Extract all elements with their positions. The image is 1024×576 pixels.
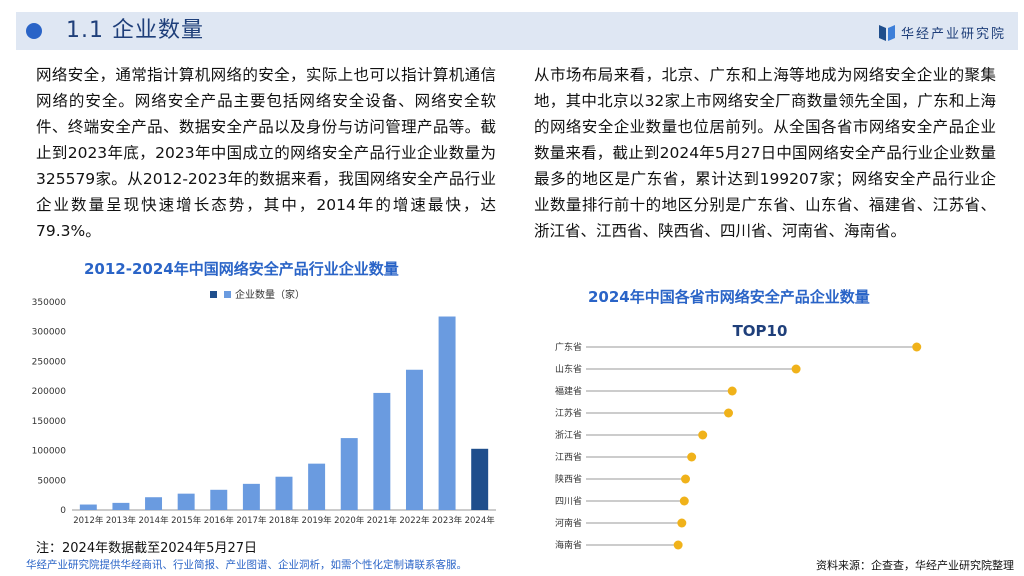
bar bbox=[242, 483, 260, 510]
province-label: 江苏省 bbox=[555, 407, 582, 419]
province-label: 广东省 bbox=[555, 341, 582, 353]
brand-logo-icon bbox=[878, 25, 895, 41]
legend-label: 企业数量（家） bbox=[235, 288, 305, 301]
province-label: 海南省 bbox=[555, 539, 582, 551]
x-tick-label: 2017年 bbox=[236, 515, 267, 526]
right-chart-title: 2024年中国各省市网络安全产品企业数量 bbox=[588, 288, 870, 306]
province-label: 四川省 bbox=[555, 495, 582, 507]
y-tick-label: 250000 bbox=[32, 357, 67, 367]
lollipop-point bbox=[912, 342, 922, 352]
x-tick-label: 2015年 bbox=[171, 515, 202, 526]
x-tick-label: 2012年 bbox=[73, 515, 104, 526]
lollipop-point bbox=[791, 364, 801, 374]
y-tick-label: 50000 bbox=[37, 476, 66, 486]
top10-subtitle: TOP10 bbox=[733, 322, 788, 340]
lollipop-point bbox=[677, 518, 687, 528]
bar bbox=[177, 493, 195, 510]
province-label: 浙江省 bbox=[555, 429, 582, 441]
left-chart-title: 2012-2024年中国网络安全产品行业企业数量 bbox=[84, 260, 399, 278]
bar bbox=[471, 448, 489, 510]
lollipop-point bbox=[698, 430, 708, 440]
bar bbox=[405, 369, 423, 510]
province-label: 福建省 bbox=[555, 385, 582, 397]
lollipop-point bbox=[724, 408, 734, 418]
province-label: 江西省 bbox=[555, 451, 582, 463]
y-tick-label: 300000 bbox=[32, 328, 67, 338]
bar bbox=[373, 392, 391, 510]
bar bbox=[275, 476, 293, 510]
y-tick-label: 100000 bbox=[32, 447, 67, 457]
bar bbox=[340, 438, 358, 510]
lollipop-point bbox=[687, 452, 697, 462]
province-label: 陕西省 bbox=[555, 473, 582, 485]
y-tick-label: 350000 bbox=[32, 298, 67, 308]
header-bar: 1.1 企业数量 华经产业研究院 bbox=[16, 12, 1018, 50]
province-label: 山东省 bbox=[555, 363, 582, 375]
legend-swatch-highlight bbox=[210, 291, 217, 298]
bar bbox=[210, 489, 228, 510]
footer-promo: 华经产业研究院提供华经商讯、行业简报、产业图谱、企业洞析，如需个性化定制请联系客… bbox=[26, 559, 467, 571]
y-tick-label: 200000 bbox=[32, 387, 67, 397]
legend-swatch bbox=[224, 291, 231, 298]
bar bbox=[438, 316, 456, 510]
x-tick-label: 2018年 bbox=[269, 515, 300, 526]
bar bbox=[145, 497, 163, 510]
brand-name: 华经产业研究院 bbox=[900, 26, 1006, 42]
bullet-dot-icon bbox=[26, 23, 42, 39]
bar bbox=[112, 502, 130, 510]
lollipop-point bbox=[679, 496, 689, 506]
intro-paragraph-right: 从市场布局来看，北京、广东和上海等地成为网络安全企业的聚集地，其中北京以32家上… bbox=[534, 66, 996, 240]
x-tick-label: 2013年 bbox=[106, 515, 137, 526]
lollipop-point bbox=[673, 540, 683, 550]
province-label: 河南省 bbox=[555, 517, 582, 529]
bar bbox=[79, 504, 97, 510]
y-tick-label: 150000 bbox=[32, 417, 67, 427]
lollipop-point bbox=[681, 474, 691, 484]
brand-logo: 华经产业研究院 bbox=[878, 22, 1006, 42]
lollipop-point bbox=[727, 386, 737, 396]
x-tick-label: 2023年 bbox=[432, 515, 463, 526]
x-tick-label: 2021年 bbox=[367, 515, 398, 526]
data-note: 注：2024年数据截至2024年5月27日 bbox=[36, 541, 257, 556]
bar bbox=[308, 463, 326, 510]
dot-chart: TOP10 广东省山东省福建省江苏省浙江省江西省陕西省四川省河南省海南省 bbox=[555, 322, 922, 551]
bar-chart: 0 50000 100000 150000 200000 250000 300000 3500… bbox=[32, 288, 496, 526]
y-tick-label: 0 bbox=[60, 506, 66, 516]
page-title: 1.1 企业数量 bbox=[66, 18, 204, 43]
x-tick-label: 2016年 bbox=[204, 515, 235, 526]
x-tick-label: 2019年 bbox=[302, 515, 333, 526]
intro-paragraph-left: 网络安全，通常指计算机网络的安全，实际上也可以指计算机通信网络的安全。网络安全产… bbox=[36, 66, 496, 240]
x-tick-label: 2014年 bbox=[138, 515, 169, 526]
x-tick-label: 2020年 bbox=[334, 515, 365, 526]
footer-source: 资料来源：企查查，华经产业研究院整理 bbox=[816, 559, 1014, 572]
x-tick-label: 2024年 bbox=[465, 515, 496, 526]
x-tick-label: 2022年 bbox=[399, 515, 430, 526]
